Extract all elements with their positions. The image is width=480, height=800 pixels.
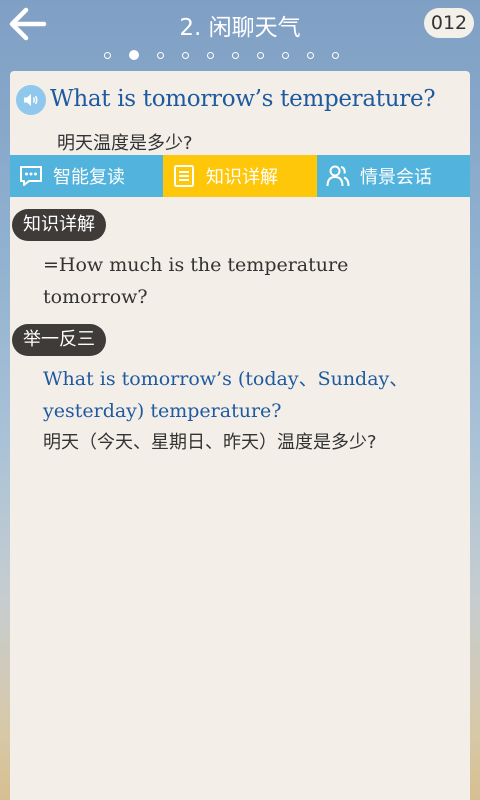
chat-bubble-icon	[19, 164, 43, 188]
page-title: 2. 闲聊天气	[179, 15, 301, 41]
function-tabs: 智能复读 知识详解 情景会话	[10, 155, 470, 197]
page-dot	[257, 51, 264, 59]
knowledge-text: =How much is the temperature tomorrow?	[43, 254, 349, 308]
tab-label: 智能复读	[53, 167, 125, 188]
page-dot	[307, 51, 314, 59]
page-dot-active	[129, 50, 139, 60]
tab-smart-repeat[interactable]: 智能复读	[10, 155, 163, 197]
tab-label: 知识详解	[206, 167, 278, 188]
tab-knowledge-detail[interactable]: 知识详解	[163, 155, 317, 197]
page-dot	[104, 51, 111, 59]
page-indicator	[104, 50, 339, 60]
page-dot	[182, 51, 189, 59]
page-dot	[332, 51, 339, 59]
speaker-icon	[24, 94, 38, 106]
document-icon	[172, 164, 196, 188]
top-bar: 2. 闲聊天气 012	[0, 0, 480, 70]
page-dot	[232, 51, 239, 59]
sentence-english: What is tomorrow’s temperature?	[50, 86, 436, 112]
tab-label: 情景会话	[360, 167, 432, 188]
knowledge-section-heading: 知识详解	[12, 209, 106, 241]
example-chinese: 明天（今天、星期日、昨天）温度是多少?	[43, 432, 377, 453]
page-dot	[282, 51, 289, 59]
example-english: What is tomorrow’s (today、Sunday、yesterd…	[43, 368, 409, 422]
sentence-chinese: 明天温度是多少?	[57, 133, 193, 154]
sentence-counter-badge: 012	[424, 8, 474, 38]
example-section-heading: 举一反三	[12, 324, 106, 356]
content-card: What is tomorrow’s temperature? 明天温度是多少?…	[10, 71, 470, 800]
page-dot	[157, 51, 164, 59]
play-audio-button[interactable]	[16, 85, 46, 115]
people-icon	[326, 164, 350, 188]
page-dot	[207, 51, 214, 59]
tab-scenario-dialogue[interactable]: 情景会话	[317, 155, 470, 197]
